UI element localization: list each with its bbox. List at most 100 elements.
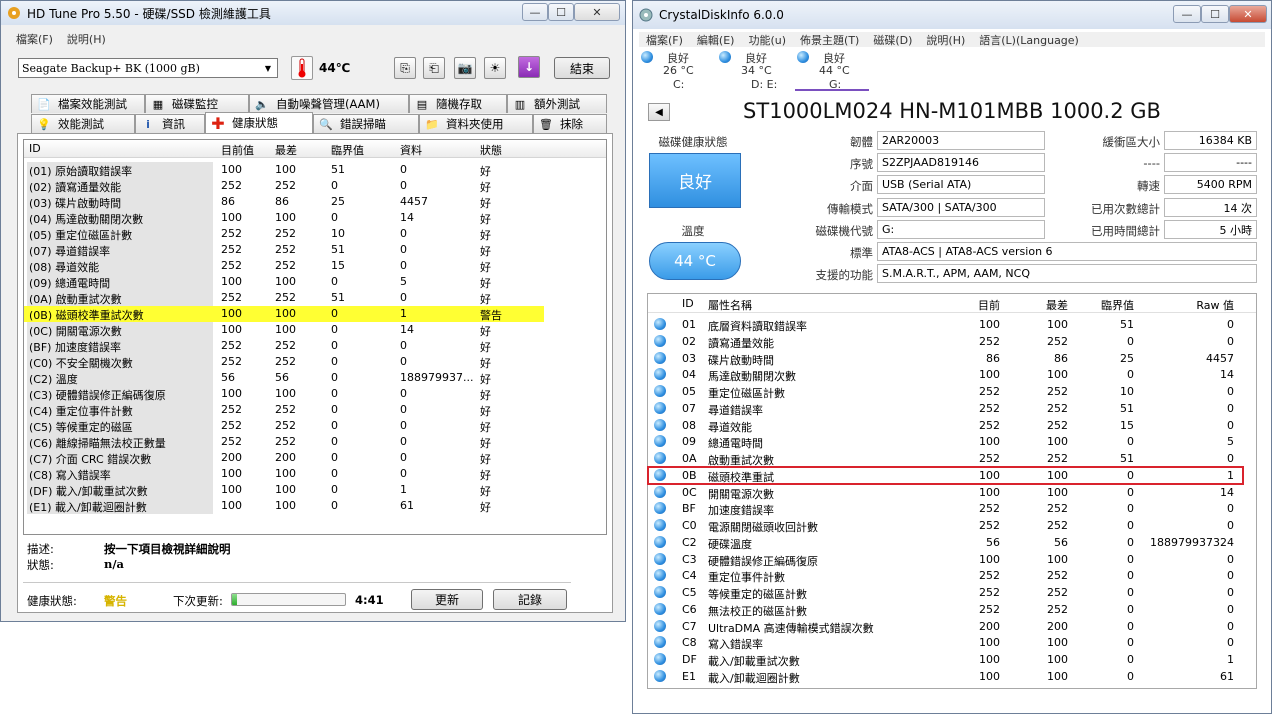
table-row[interactable]: C8 寫入錯誤率 100 100 0 0 [648, 634, 1256, 651]
options-icon[interactable]: ☀ [484, 57, 506, 79]
table-row[interactable]: (DF) 載入/卸載重試次數 100 100 0 1 好 [24, 482, 544, 498]
table-row[interactable]: (C8) 寫入錯誤率 100 100 0 0 好 [24, 466, 544, 482]
close-button[interactable]: ✕ [574, 3, 620, 21]
disk-button[interactable]: 良好 34 °C D: E: [717, 49, 791, 91]
table-row[interactable]: 0A 啟動重試次數 252 252 51 0 [648, 450, 1256, 467]
table-row[interactable]: C0 電源關閉磁頭收回計數 252 252 0 0 [648, 517, 1256, 534]
table-row[interactable]: (C3) 硬體錯誤修正編碼復原 100 100 0 0 好 [24, 386, 544, 402]
table-row[interactable]: (BF) 加速度錯誤率 252 252 0 0 好 [24, 338, 544, 354]
tab-erase[interactable]: 🗑 抹除 [533, 114, 607, 133]
disk-button[interactable]: 良好 44 °C G: [795, 49, 869, 91]
power-on-hours-field: 5 小時 [1164, 220, 1257, 239]
table-row[interactable]: 03 碟片啟動時間 86 86 25 4457 [648, 350, 1256, 367]
menu-language[interactable]: 語言(L)(Language) [972, 32, 1086, 47]
col-worst[interactable]: 最差 [275, 142, 297, 158]
table-row[interactable]: (03) 碟片啟動時間 86 86 25 4457 好 [24, 194, 544, 210]
table-row[interactable]: 01 底層資料讀取錯誤率 100 100 51 0 [648, 316, 1256, 333]
menu-file[interactable]: 檔案(F) [639, 32, 690, 47]
col-threshold[interactable]: 臨界值 [331, 142, 364, 158]
camera-icon[interactable]: 📷 [454, 57, 476, 79]
table-row[interactable]: C2 硬碟溫度 56 56 0 188979937324 [648, 534, 1256, 551]
table-row[interactable]: (0A) 啟動重試次數 252 252 51 0 好 [24, 290, 544, 306]
table-row[interactable]: (C2) 溫度 56 56 0 188979937... 好 [24, 370, 544, 386]
tab-extra-tests[interactable]: ▥ 額外測試 [507, 94, 607, 113]
col-id[interactable]: ID [29, 142, 41, 155]
table-row[interactable]: (0C) 開關電源次數 100 100 0 14 好 [24, 322, 544, 338]
table-row[interactable]: BF 加速度錯誤率 252 252 0 0 [648, 500, 1256, 517]
table-row[interactable]: 0C 開關電源次數 100 100 0 14 [648, 484, 1256, 501]
table-row[interactable]: 09 總通電時間 100 100 0 5 [648, 433, 1256, 450]
table-row[interactable]: DF 載入/卸載重試次數 100 100 0 1 [648, 651, 1256, 668]
table-row[interactable]: (C5) 等候重定的磁區 252 252 0 0 好 [24, 418, 544, 434]
table-row[interactable]: 04 馬達啟動關閉次數 100 100 0 14 [648, 366, 1256, 383]
table-row[interactable]: (E1) 載入/卸載迴圈計數 100 100 0 61 好 [24, 498, 544, 514]
table-row[interactable]: (09) 總通電時間 100 100 0 5 好 [24, 274, 544, 290]
log-button[interactable]: 記錄 [493, 589, 567, 610]
exit-button[interactable]: 結束 [554, 57, 610, 79]
cell-data: 0 [400, 403, 407, 416]
table-row[interactable]: (08) 尋道效能 252 252 15 0 好 [24, 258, 544, 274]
minimize-button[interactable]: — [522, 3, 548, 21]
close-button[interactable]: ✕ [1229, 5, 1267, 23]
tab-error-scan[interactable]: 🔍 錯誤掃瞄 [313, 114, 419, 133]
col-id[interactable]: ID [682, 297, 694, 310]
table-row[interactable]: (0B) 磁頭校準重試次數 100 100 0 1 警告 [24, 306, 544, 322]
disk-button[interactable]: 良好 26 °C C: [639, 49, 713, 91]
download-icon[interactable]: ↓ [518, 56, 540, 78]
menu-help[interactable]: 說明(H) [60, 31, 113, 47]
col-attribute[interactable]: 屬性名稱 [708, 297, 752, 313]
tab-folder-usage[interactable]: 📁 資料夾使用 [419, 114, 533, 133]
table-row[interactable]: (C6) 離線掃瞄無法校正數量 252 252 0 0 好 [24, 434, 544, 450]
smart-table[interactable]: ID 屬性名稱 目前 最差 臨界值 Raw 值 01 底層資料讀取錯誤率 100 10… [647, 293, 1257, 689]
col-current[interactable]: 目前值 [221, 142, 254, 158]
tab-aam[interactable]: 🔈 自動噪聲管理(AAM) [249, 94, 409, 113]
table-row[interactable]: E1 載入/卸載迴圈計數 100 100 0 61 [648, 668, 1256, 685]
table-row[interactable]: 07 尋道錯誤率 252 252 51 0 [648, 400, 1256, 417]
tab-benchmark[interactable]: 💡 效能測試 [31, 114, 135, 133]
menu-edit[interactable]: 編輯(E) [690, 32, 742, 47]
col-raw[interactable]: Raw 值 [1138, 297, 1234, 313]
menu-file[interactable]: 檔案(F) [9, 31, 60, 47]
tab-random-access[interactable]: ▤ 隨機存取 [409, 94, 507, 113]
col-worst[interactable]: 最差 [1008, 297, 1068, 313]
drive-select[interactable]: Seagate Backup+ BK (1000 gB) ▼ [18, 58, 278, 78]
minimize-button[interactable]: — [1173, 5, 1201, 23]
tab-info[interactable]: i 資訊 [135, 114, 205, 133]
maximize-button[interactable]: ☐ [1201, 5, 1229, 23]
table-row[interactable]: (C4) 重定位事件計數 252 252 0 0 好 [24, 402, 544, 418]
table-row[interactable]: C7 UltraDMA 高速傳輸模式錯誤次數 200 200 0 0 [648, 618, 1256, 635]
cell-data: 0 [400, 259, 407, 272]
highlight-box [647, 466, 1244, 485]
table-row[interactable]: (04) 馬達啟動關閉次數 100 100 0 14 好 [24, 210, 544, 226]
table-row[interactable]: (02) 讀寫通量效能 252 252 0 0 好 [24, 178, 544, 194]
table-row[interactable]: 05 重定位磁區計數 252 252 10 0 [648, 383, 1256, 400]
table-row[interactable]: C3 硬體錯誤修正編碼復原 100 100 0 0 [648, 551, 1256, 568]
table-row[interactable]: C6 無法校正的磁區計數 252 252 0 0 [648, 601, 1256, 618]
health-status-badge[interactable]: 良好 [649, 153, 741, 208]
copy-all-icon[interactable]: ⎗ [423, 57, 445, 79]
col-status[interactable]: 狀態 [480, 142, 502, 158]
menu-function[interactable]: 功能(u) [741, 32, 793, 47]
table-row[interactable]: 02 讀寫通量效能 252 252 0 0 [648, 333, 1256, 350]
copy-icon[interactable]: ⎘ [394, 57, 416, 79]
refresh-button[interactable]: 更新 [411, 589, 483, 610]
smart-list[interactable]: ID 目前值 最差 臨界值 資料 狀態 (01) 原始讀取錯誤率 100 100 51… [23, 139, 607, 535]
table-row[interactable]: C4 重定位事件計數 252 252 0 0 [648, 567, 1256, 584]
tab-file-benchmark[interactable]: 📄 檔案效能測試 [31, 94, 145, 113]
tab-health[interactable]: ✚ 健康狀態 [205, 112, 313, 133]
table-row[interactable]: (C7) 介面 CRC 錯誤次數 200 200 0 0 好 [24, 450, 544, 466]
menu-help[interactable]: 說明(H) [919, 32, 972, 47]
menu-theme[interactable]: 佈景主題(T) [793, 32, 866, 47]
table-row[interactable]: (05) 重定位磁區計數 252 252 10 0 好 [24, 226, 544, 242]
menu-disk[interactable]: 磁碟(D) [866, 32, 919, 47]
col-threshold[interactable]: 臨界值 [1068, 297, 1134, 313]
col-current[interactable]: 目前 [898, 297, 1000, 313]
col-data[interactable]: 資料 [400, 142, 422, 158]
table-row[interactable]: (01) 原始讀取錯誤率 100 100 51 0 好 [24, 162, 544, 178]
maximize-button[interactable]: ☐ [548, 3, 574, 21]
table-row[interactable]: (C0) 不安全關機次數 252 252 0 0 好 [24, 354, 544, 370]
table-row[interactable]: C5 等候重定的磁區計數 252 252 0 0 [648, 584, 1256, 601]
table-row[interactable]: 08 尋道效能 252 252 15 0 [648, 417, 1256, 434]
table-row[interactable]: (07) 尋道錯誤率 252 252 51 0 好 [24, 242, 544, 258]
tab-disk-monitor[interactable]: ▦ 磁碟監控 [145, 94, 249, 113]
